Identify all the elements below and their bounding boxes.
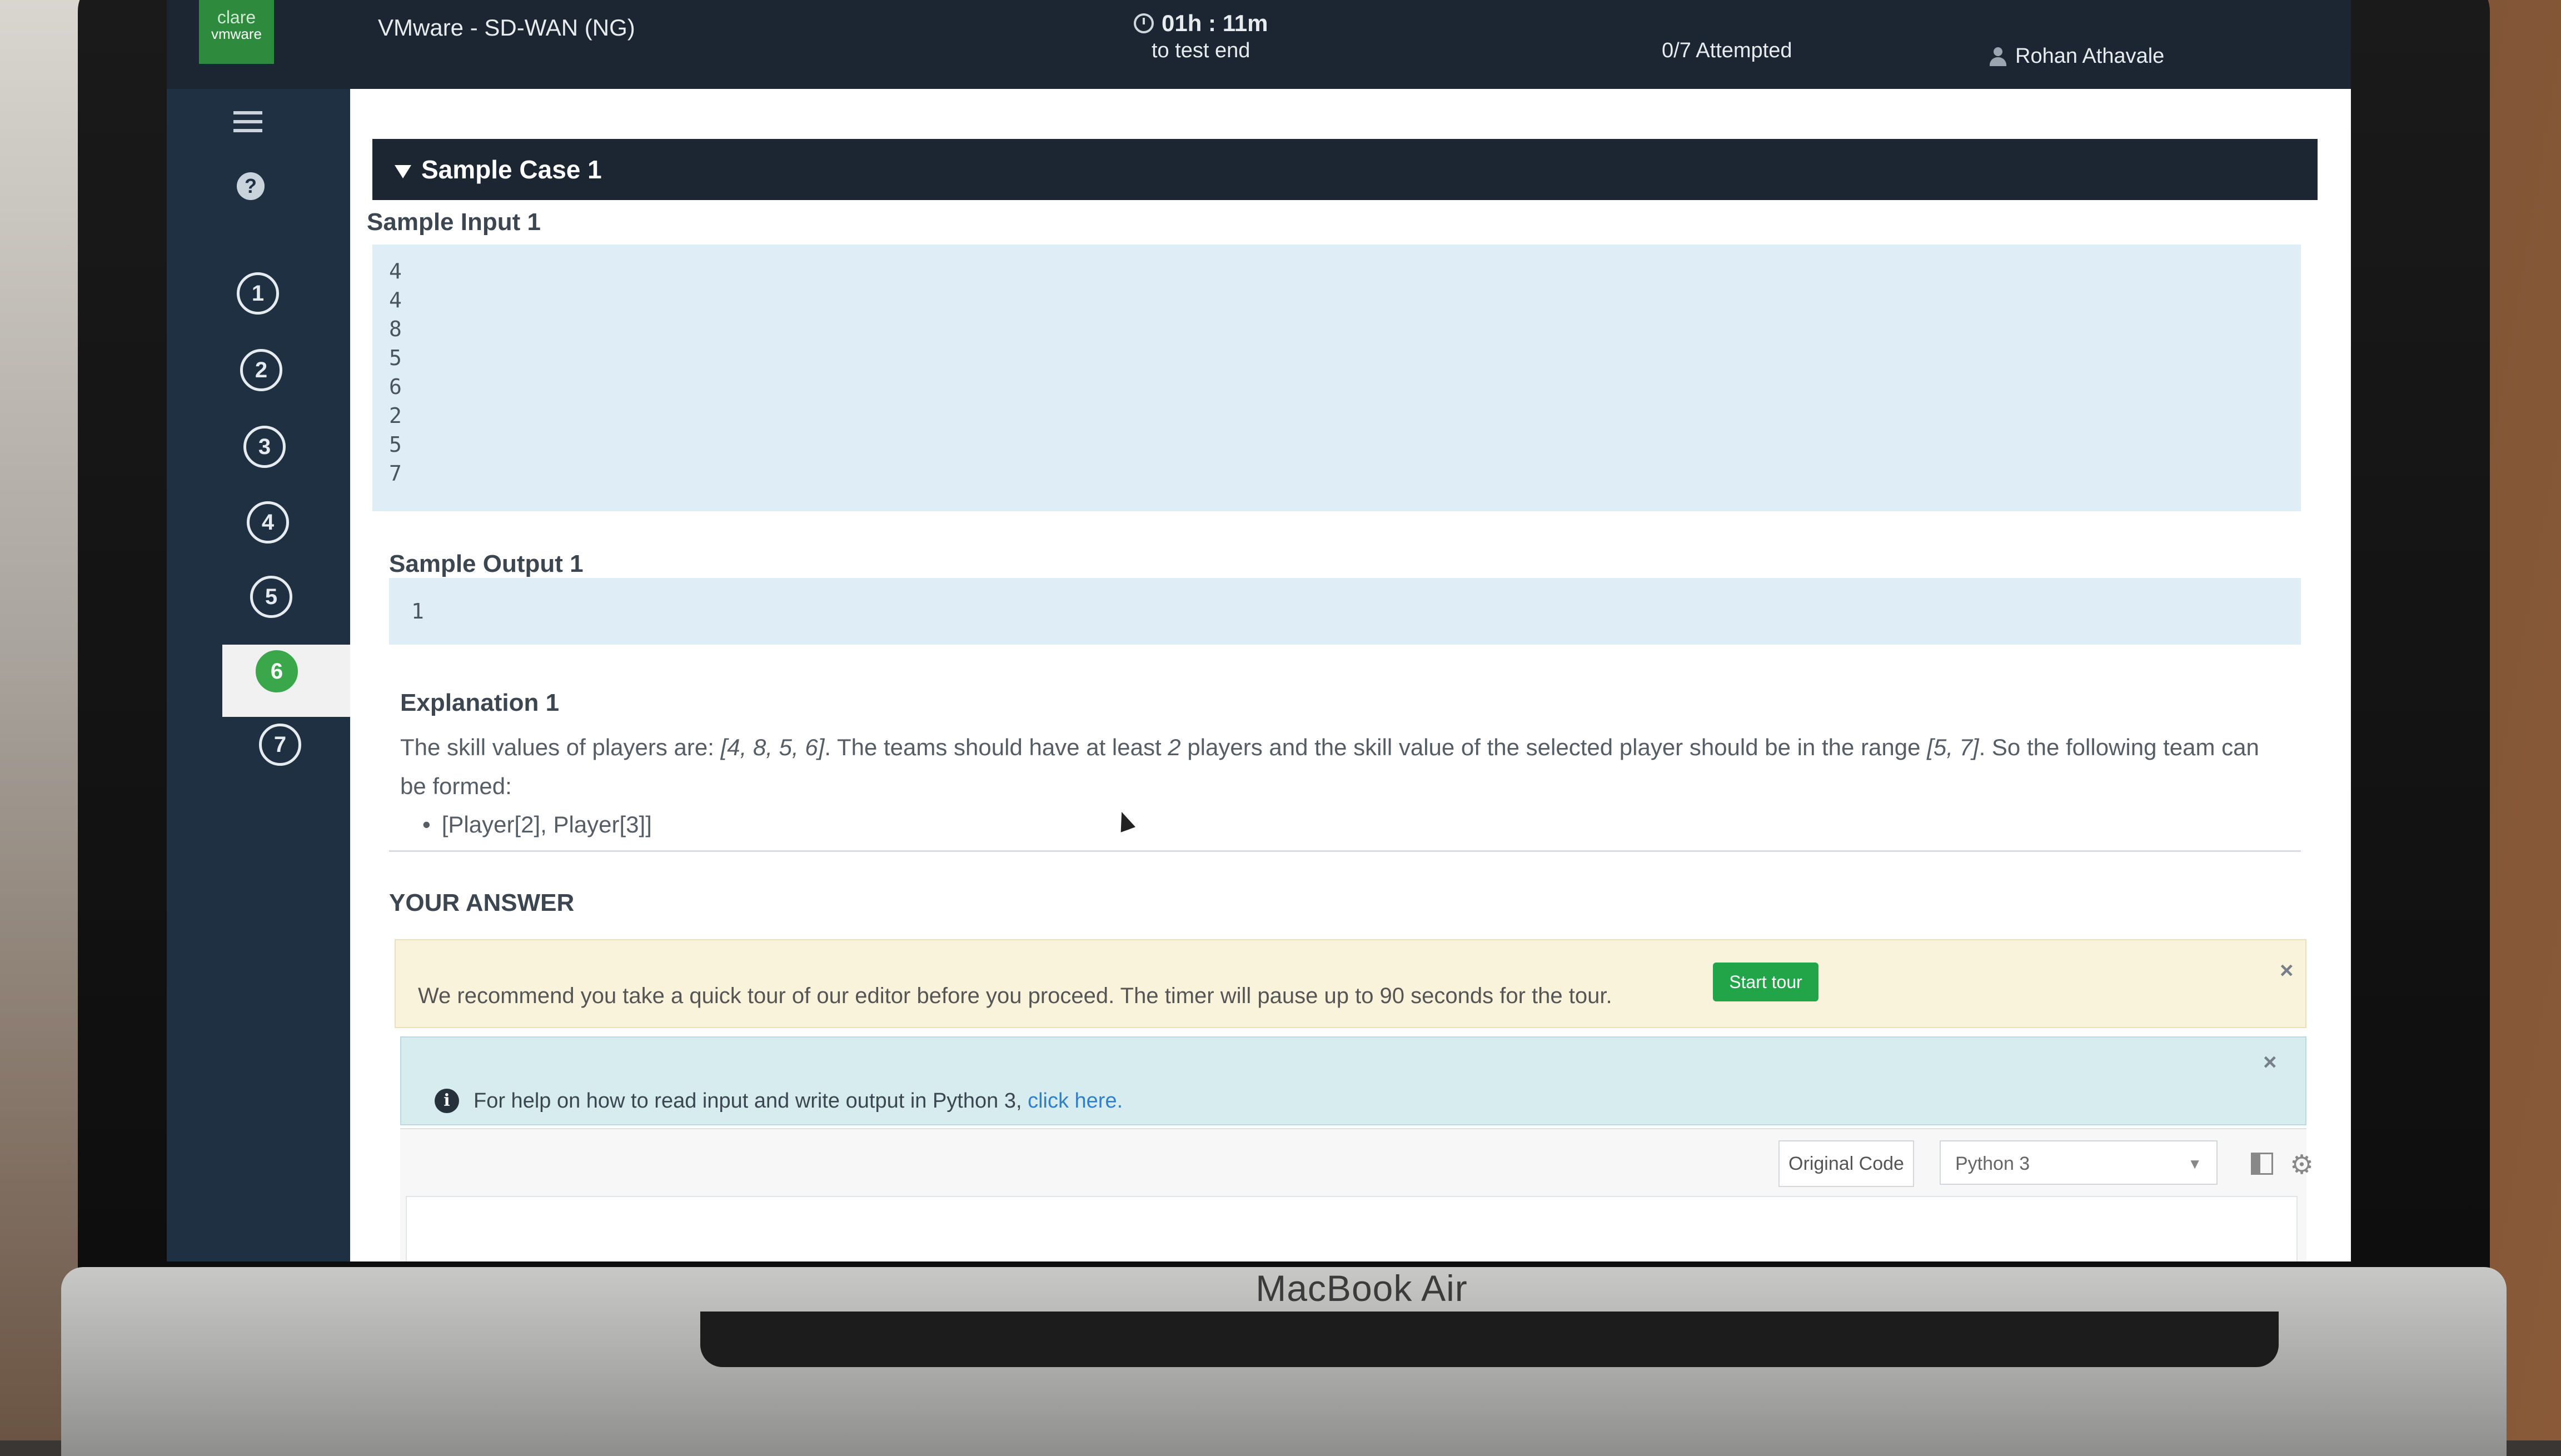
explanation-part: players and the skill value of the selec… xyxy=(1180,734,1927,760)
sample-case-header[interactable]: Sample Case 1 xyxy=(372,139,2318,200)
user-icon xyxy=(1990,47,2006,66)
explanation-part: . The teams should have at least xyxy=(824,734,1168,760)
explanation-bullet: [Player[2], Player[3]] xyxy=(422,811,652,838)
question-1[interactable]: 1 xyxy=(237,272,279,315)
sample-input-label: Sample Input 1 xyxy=(367,208,541,236)
timer: 01h : 11m to test end xyxy=(1134,10,1268,63)
user-menu[interactable]: Rohan Athavale xyxy=(1990,44,2164,68)
original-code-button[interactable]: Original Code xyxy=(1778,1140,1914,1187)
question-rail: ? 1 2 3 4 5 6 7 xyxy=(167,89,350,1261)
sample-output-box: 1 xyxy=(389,578,2301,645)
output-value: 1 xyxy=(411,599,424,624)
question-6[interactable]: 6 xyxy=(256,650,298,692)
tour-banner: We recommend you take a quick tour of ou… xyxy=(395,939,2306,1028)
app-title: VMware - SD-WAN (NG) xyxy=(378,14,635,41)
language-select[interactable]: Python 3 ▼ xyxy=(1940,1140,2218,1185)
click-here-link[interactable]: click here. xyxy=(1028,1089,1123,1113)
question-2[interactable]: 2 xyxy=(240,349,282,391)
timer-caption: to test end xyxy=(1151,39,1250,62)
sample-input-box: 4 4 8 5 6 2 5 7 xyxy=(372,245,2301,511)
layout-icon[interactable] xyxy=(2251,1153,2273,1175)
explanation-num: 2 xyxy=(1168,734,1181,760)
user-name: Rohan Athavale xyxy=(2015,44,2165,68)
input-line: 5 xyxy=(389,432,402,457)
help-banner: × i For help on how to read input and wr… xyxy=(400,1036,2306,1125)
sample-case-title: Sample Case 1 xyxy=(421,155,602,184)
help-row: i For help on how to read input and writ… xyxy=(435,1089,1123,1113)
explanation-range: [5, 7] xyxy=(1927,734,1979,760)
input-line: 5 xyxy=(389,346,402,370)
screen: clare vmware VMware - SD-WAN (NG) 01h : … xyxy=(167,0,2351,1261)
question-7[interactable]: 7 xyxy=(259,724,301,766)
input-line: 4 xyxy=(389,288,402,312)
question-3[interactable]: 3 xyxy=(243,426,286,468)
clock-icon xyxy=(1134,13,1154,33)
close-icon[interactable]: × xyxy=(2280,957,2294,984)
explanation-values: [4, 8, 5, 6] xyxy=(720,734,825,760)
triangle-down-icon xyxy=(395,164,411,178)
help-text: For help on how to read input and write … xyxy=(474,1089,1028,1113)
timer-value: 01h : 11m xyxy=(1162,10,1268,36)
info-icon: i xyxy=(435,1089,459,1113)
close-icon[interactable]: × xyxy=(2263,1049,2277,1075)
gear-icon[interactable]: ⚙ xyxy=(2290,1149,2314,1180)
language-value: Python 3 xyxy=(1955,1153,2030,1174)
sample-output-label: Sample Output 1 xyxy=(389,550,584,577)
code-editor[interactable] xyxy=(406,1196,2298,1261)
input-line: 4 xyxy=(389,259,402,283)
tour-text: We recommend you take a quick tour of ou… xyxy=(418,984,1612,1008)
attempted-count: 0/7 Attempted xyxy=(1662,39,1792,62)
editor-toolbar: Original Code Python 3 ▼ ⚙ xyxy=(400,1128,2314,1261)
input-line: 8 xyxy=(389,317,402,341)
laptop-hinge xyxy=(700,1312,2279,1367)
help-icon[interactable]: ? xyxy=(237,172,265,200)
start-tour-button[interactable]: Start tour xyxy=(1713,963,1818,1001)
logo-top-text: clare xyxy=(217,7,256,27)
list-icon[interactable] xyxy=(233,111,262,133)
question-5[interactable]: 5 xyxy=(250,576,292,618)
divider xyxy=(389,850,2301,852)
explanation-text: The skill values of players are: [4, 8, … xyxy=(400,728,2290,806)
input-line: 7 xyxy=(389,461,402,486)
mouse-cursor-icon xyxy=(1114,809,1135,832)
timer-row: 01h : 11m xyxy=(1134,10,1268,37)
your-answer-heading: YOUR ANSWER xyxy=(389,889,575,916)
laptop-brand: MacBook Air xyxy=(1255,1268,1468,1309)
logo: clare vmware xyxy=(199,0,274,64)
chevron-down-icon: ▼ xyxy=(2188,1155,2202,1172)
logo-bottom-text: vmware xyxy=(211,26,262,42)
question-4[interactable]: 4 xyxy=(247,501,289,543)
help-text-wrap: For help on how to read input and write … xyxy=(474,1089,1123,1113)
content-pane: Sample Case 1 Sample Input 1 4 4 8 5 6 2… xyxy=(350,89,2351,1261)
explanation-part: The skill values of players are: xyxy=(400,734,721,760)
input-line: 2 xyxy=(389,403,402,428)
input-line: 6 xyxy=(389,375,402,399)
explanation-label: Explanation 1 xyxy=(400,689,560,716)
